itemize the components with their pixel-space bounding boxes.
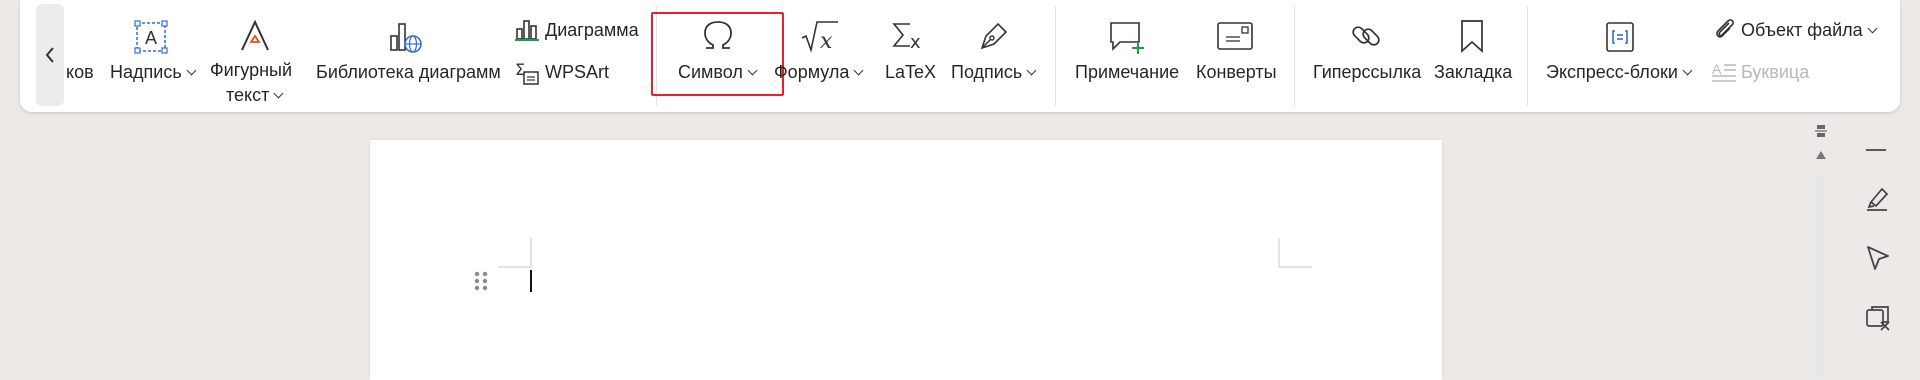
inscription-button[interactable]: Надпись — [110, 62, 197, 83]
latex-button[interactable]: LaTeX — [885, 62, 936, 83]
drop-cap-button[interactable]: Буквица — [1741, 62, 1809, 83]
formula-button[interactable]: Формула — [774, 62, 864, 83]
signature-button[interactable]: Подпись — [951, 62, 1037, 83]
wpsart-icon: Σ — [515, 60, 539, 85]
symbol-highlight-box — [651, 12, 784, 96]
chart-library-icon — [390, 23, 422, 53]
ribbon-separator — [1527, 6, 1528, 106]
signature-label: Подпись — [951, 62, 1023, 82]
file-object-label: Объект файла — [1741, 20, 1863, 40]
svg-text:x: x — [910, 32, 921, 53]
chevron-down-icon — [273, 88, 284, 99]
chevron-down-icon — [1867, 23, 1878, 34]
chevron-down-icon — [853, 65, 864, 76]
hyperlink-button[interactable]: Гиперссылка — [1313, 62, 1421, 83]
ribbon-separator — [1294, 6, 1295, 106]
ribbon-separator — [1055, 6, 1056, 106]
bookmark-button[interactable]: Закладка — [1434, 62, 1512, 83]
shape-text-icon — [241, 19, 269, 51]
quick-parts-icon — [1606, 22, 1634, 52]
svg-text:A: A — [145, 28, 157, 48]
comment-button[interactable]: Примечание — [1075, 62, 1179, 83]
vertical-scrollbar[interactable] — [1815, 176, 1825, 376]
paperclip-icon — [1716, 19, 1734, 38]
chevron-down-icon — [1682, 65, 1693, 76]
chevron-down-icon — [1026, 65, 1037, 76]
chart-library-button[interactable]: Библиотека диаграмм — [316, 62, 501, 83]
quick-parts-button[interactable]: Экспресс-блоки — [1546, 62, 1693, 83]
truncated-ribbon-item-label[interactable]: ков — [66, 62, 94, 83]
clear-format-icon[interactable] — [1864, 304, 1892, 332]
split-view-icon[interactable] — [1814, 124, 1828, 138]
chart-icon — [515, 20, 539, 41]
chevron-left-icon — [45, 47, 54, 63]
envelope-icon — [1217, 22, 1253, 50]
chevron-down-icon — [186, 65, 197, 76]
text-box-icon: A — [134, 20, 168, 54]
margin-corner-top-right — [1278, 238, 1312, 268]
shape-text-label-line1[interactable]: Фигурный — [210, 60, 292, 81]
file-object-button[interactable]: Объект файла — [1741, 20, 1878, 41]
chart-button[interactable]: Диаграмма — [545, 20, 639, 41]
formula-label: Формула — [774, 62, 850, 82]
inscription-label: Надпись — [110, 62, 182, 82]
sigma-x-icon: x — [892, 23, 921, 53]
paragraph-drag-handle-icon[interactable] — [473, 270, 489, 292]
sqrt-x-icon: x — [801, 21, 838, 54]
bookmark-icon — [1461, 20, 1483, 53]
scroll-up-icon[interactable] — [1815, 150, 1827, 160]
text-cursor — [530, 270, 532, 292]
margin-corner-top-left — [498, 238, 532, 268]
insert-ribbon — [20, 0, 1900, 112]
wpsart-button[interactable]: WPSArt — [545, 62, 609, 83]
shape-text-button[interactable]: текст — [226, 85, 284, 106]
svg-text:A: A — [1712, 61, 1722, 77]
envelopes-button[interactable]: Конверты — [1196, 62, 1277, 83]
shape-text-label-line2: текст — [226, 85, 270, 105]
cursor-arrow-icon[interactable] — [1864, 244, 1892, 272]
pen-nib-icon — [980, 22, 1008, 50]
ribbon-scroll-left-button[interactable] — [36, 4, 64, 106]
highlighter-icon[interactable] — [1863, 184, 1891, 212]
link-icon — [1352, 26, 1380, 46]
quick-parts-label: Экспресс-блоки — [1546, 62, 1678, 82]
drop-cap-icon: A — [1712, 61, 1736, 82]
svg-text:x: x — [820, 29, 833, 54]
minus-icon[interactable] — [1863, 140, 1889, 160]
comment-add-icon — [1110, 22, 1144, 54]
